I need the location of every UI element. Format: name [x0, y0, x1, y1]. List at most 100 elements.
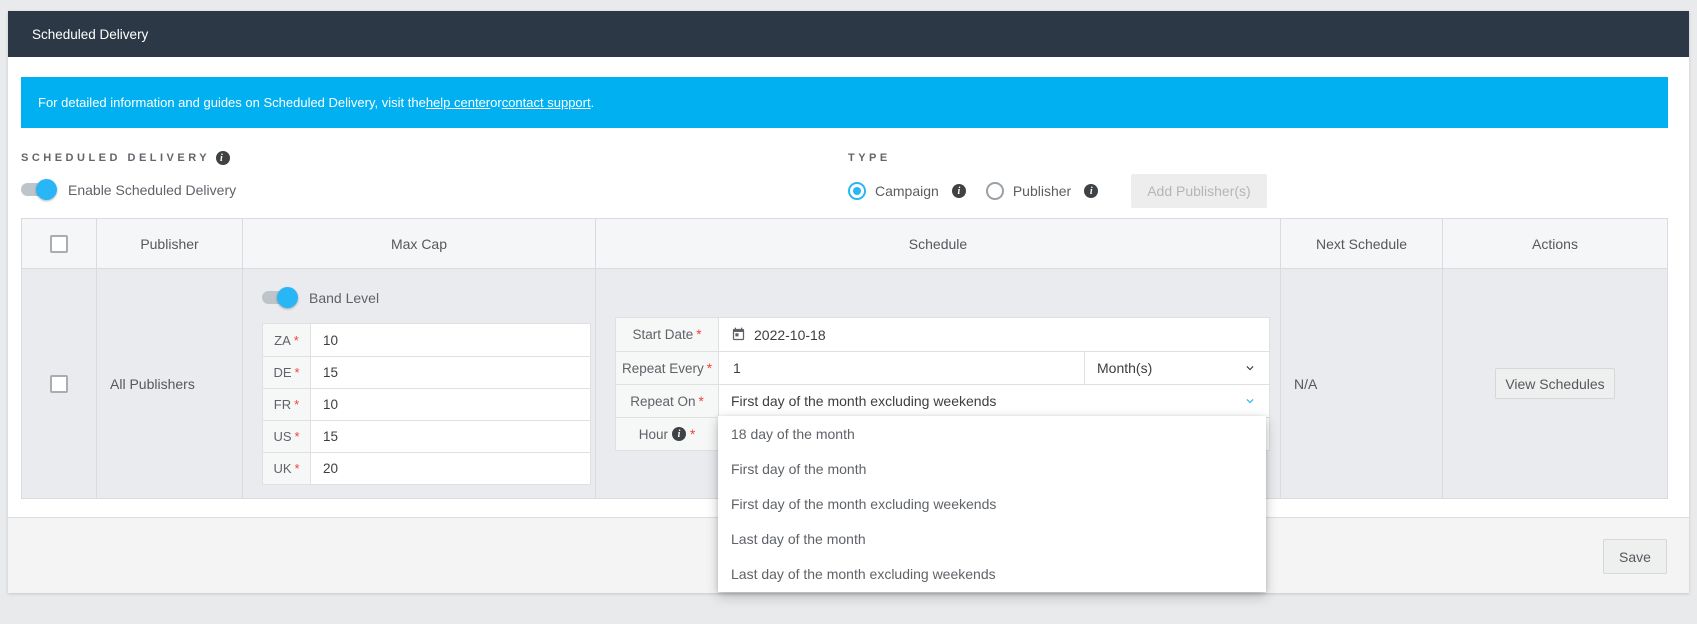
type-block: TYPE Campaign i Publisher i Add Publishe… [848, 148, 1267, 208]
cap-row-de: DE * [263, 356, 590, 388]
cap-country-label: FR * [263, 389, 311, 420]
start-date-field[interactable]: 2022-10-18 [719, 318, 1269, 351]
campaign-radio[interactable] [848, 182, 866, 200]
schedule-cell: Start Date* 2022-10-18 Repeat Every* Mon… [595, 269, 1280, 592]
repeat-every-field [719, 352, 1084, 384]
band-level-row: Band Level [262, 287, 379, 308]
header-actions: Actions [1442, 219, 1667, 268]
toggle-knob [277, 287, 298, 308]
hour-info-icon[interactable]: i [672, 427, 686, 441]
required-mark: * [706, 360, 713, 376]
scheduled-delivery-heading-text: SCHEDULED DELIVERY [21, 152, 211, 164]
repeat-unit-select[interactable]: Month(s) [1084, 352, 1269, 384]
type-radio-row: Campaign i Publisher i Add Publisher(s) [848, 174, 1267, 208]
row-checkbox[interactable] [50, 374, 68, 393]
table-header-row: Publisher Max Cap Schedule Next Schedule… [22, 219, 1667, 269]
repeat-every-label: Repeat Every * [616, 352, 719, 384]
header-checkbox-cell [22, 219, 96, 268]
chevron-down-icon [1246, 366, 1254, 371]
publisher-cell: All Publishers [96, 269, 242, 498]
dropdown-option[interactable]: Last day of the month [718, 521, 1266, 556]
cap-input-de[interactable] [311, 357, 590, 388]
required-mark: * [293, 332, 299, 348]
scheduled-delivery-card: Scheduled Delivery For detailed informat… [8, 11, 1689, 593]
campaign-info-icon[interactable]: i [951, 184, 966, 198]
header-publisher: Publisher [96, 219, 242, 268]
repeat-on-label: Repeat On * [616, 385, 719, 417]
card-header: Scheduled Delivery [8, 11, 1689, 57]
select-all-checkbox[interactable] [50, 234, 68, 253]
band-level-toggle[interactable] [262, 287, 298, 308]
dropdown-option[interactable]: Last day of the month excluding weekends [718, 556, 1266, 591]
band-level-label: Band Level [309, 289, 380, 306]
toggle-knob [36, 179, 57, 200]
next-schedule-cell: N/A [1280, 269, 1442, 498]
info-banner: For detailed information and guides on S… [21, 77, 1668, 128]
start-date-value: 2022-10-18 [754, 326, 826, 343]
publisher-radio[interactable] [985, 182, 1004, 200]
required-mark: * [698, 393, 704, 409]
dropdown-option[interactable]: First day of the month [718, 451, 1266, 486]
required-mark: * [294, 365, 300, 380]
repeat-on-select[interactable]: First day of the month excluding weekend… [719, 385, 1269, 417]
banner-period: . [590, 95, 595, 110]
type-heading: TYPE [848, 152, 891, 164]
page-title: Scheduled Delivery [32, 26, 149, 42]
required-mark: * [294, 461, 300, 476]
row-checkbox-cell [22, 269, 96, 498]
cap-country-label: DE * [263, 357, 311, 388]
settings-section: SCHEDULED DELIVERY i Enable Scheduled De… [21, 148, 1689, 208]
cap-row-za: ZA * [263, 324, 590, 356]
publisher-info-icon[interactable]: i [1084, 184, 1099, 198]
required-mark: * [690, 426, 696, 442]
campaign-radio-label: Campaign [875, 183, 939, 199]
required-mark: * [294, 397, 300, 412]
repeat-unit-value: Month(s) [1097, 360, 1153, 376]
repeat-on-row: Repeat On * First day of the month exclud… [616, 384, 1269, 417]
banner-text: For detailed information and guides on S… [38, 95, 426, 110]
banner-or-text: or [490, 95, 502, 110]
repeat-on-dropdown: 18 day of the month First day of the mon… [718, 416, 1266, 592]
dropdown-option[interactable]: First day of the month excluding weekend… [718, 486, 1266, 521]
repeat-every-input[interactable] [731, 359, 1084, 377]
cap-country-label: US * [263, 421, 311, 452]
required-mark: * [294, 429, 300, 444]
info-icon[interactable]: i [216, 151, 231, 165]
chevron-down-icon-open [1246, 399, 1254, 404]
enable-toggle-label: Enable Scheduled Delivery [68, 181, 237, 198]
cap-input-us[interactable] [311, 421, 590, 452]
cap-row-fr: FR * [263, 388, 590, 420]
actions-cell: View Schedules [1442, 269, 1667, 498]
header-schedule: Schedule [595, 219, 1280, 268]
calendar-icon [732, 327, 745, 341]
header-max-cap: Max Cap [242, 219, 595, 268]
contact-support-link[interactable]: contact support [502, 95, 591, 110]
cap-input-za[interactable] [311, 324, 590, 356]
max-cap-cell: Band Level ZA* DE* FR* [242, 269, 595, 498]
hour-label: Hour i * [616, 418, 719, 450]
publisher-radio-label: Publisher [1012, 183, 1072, 199]
cap-row-us: US * [263, 420, 590, 452]
header-next-schedule: Next Schedule [1280, 219, 1442, 268]
view-schedules-button[interactable]: View Schedules [1495, 368, 1615, 399]
cap-row-uk: UK * [263, 452, 590, 484]
repeat-on-value: First day of the month excluding weekend… [731, 393, 997, 409]
start-date-label: Start Date * [616, 318, 719, 351]
cap-input-fr[interactable] [311, 389, 590, 420]
cap-country-label: ZA * [263, 324, 311, 356]
repeat-every-row: Repeat Every* Month(s) [616, 351, 1269, 384]
required-mark: * [696, 327, 702, 342]
add-publishers-button[interactable]: Add Publisher(s) [1131, 174, 1267, 208]
schedules-table: Publisher Max Cap Schedule Next Schedule… [21, 218, 1668, 592]
dropdown-option[interactable]: 18 day of the month [718, 416, 1266, 451]
save-button[interactable]: Save [1603, 539, 1667, 574]
table-row: All Publishers Band Level ZA* DE* [22, 269, 1667, 592]
cap-input-uk[interactable] [311, 453, 590, 484]
country-cap-table: ZA* DE* FR* US* [262, 323, 591, 485]
help-center-link[interactable]: help center [426, 95, 490, 110]
enable-scheduled-delivery-toggle[interactable] [21, 179, 57, 200]
radio-group-publisher: Publisher i [985, 182, 1099, 200]
start-date-row: Start Date * 2022-10-18 [616, 318, 1269, 351]
cap-country-label: UK * [263, 453, 311, 484]
scheduled-delivery-heading: SCHEDULED DELIVERY i [21, 151, 231, 165]
